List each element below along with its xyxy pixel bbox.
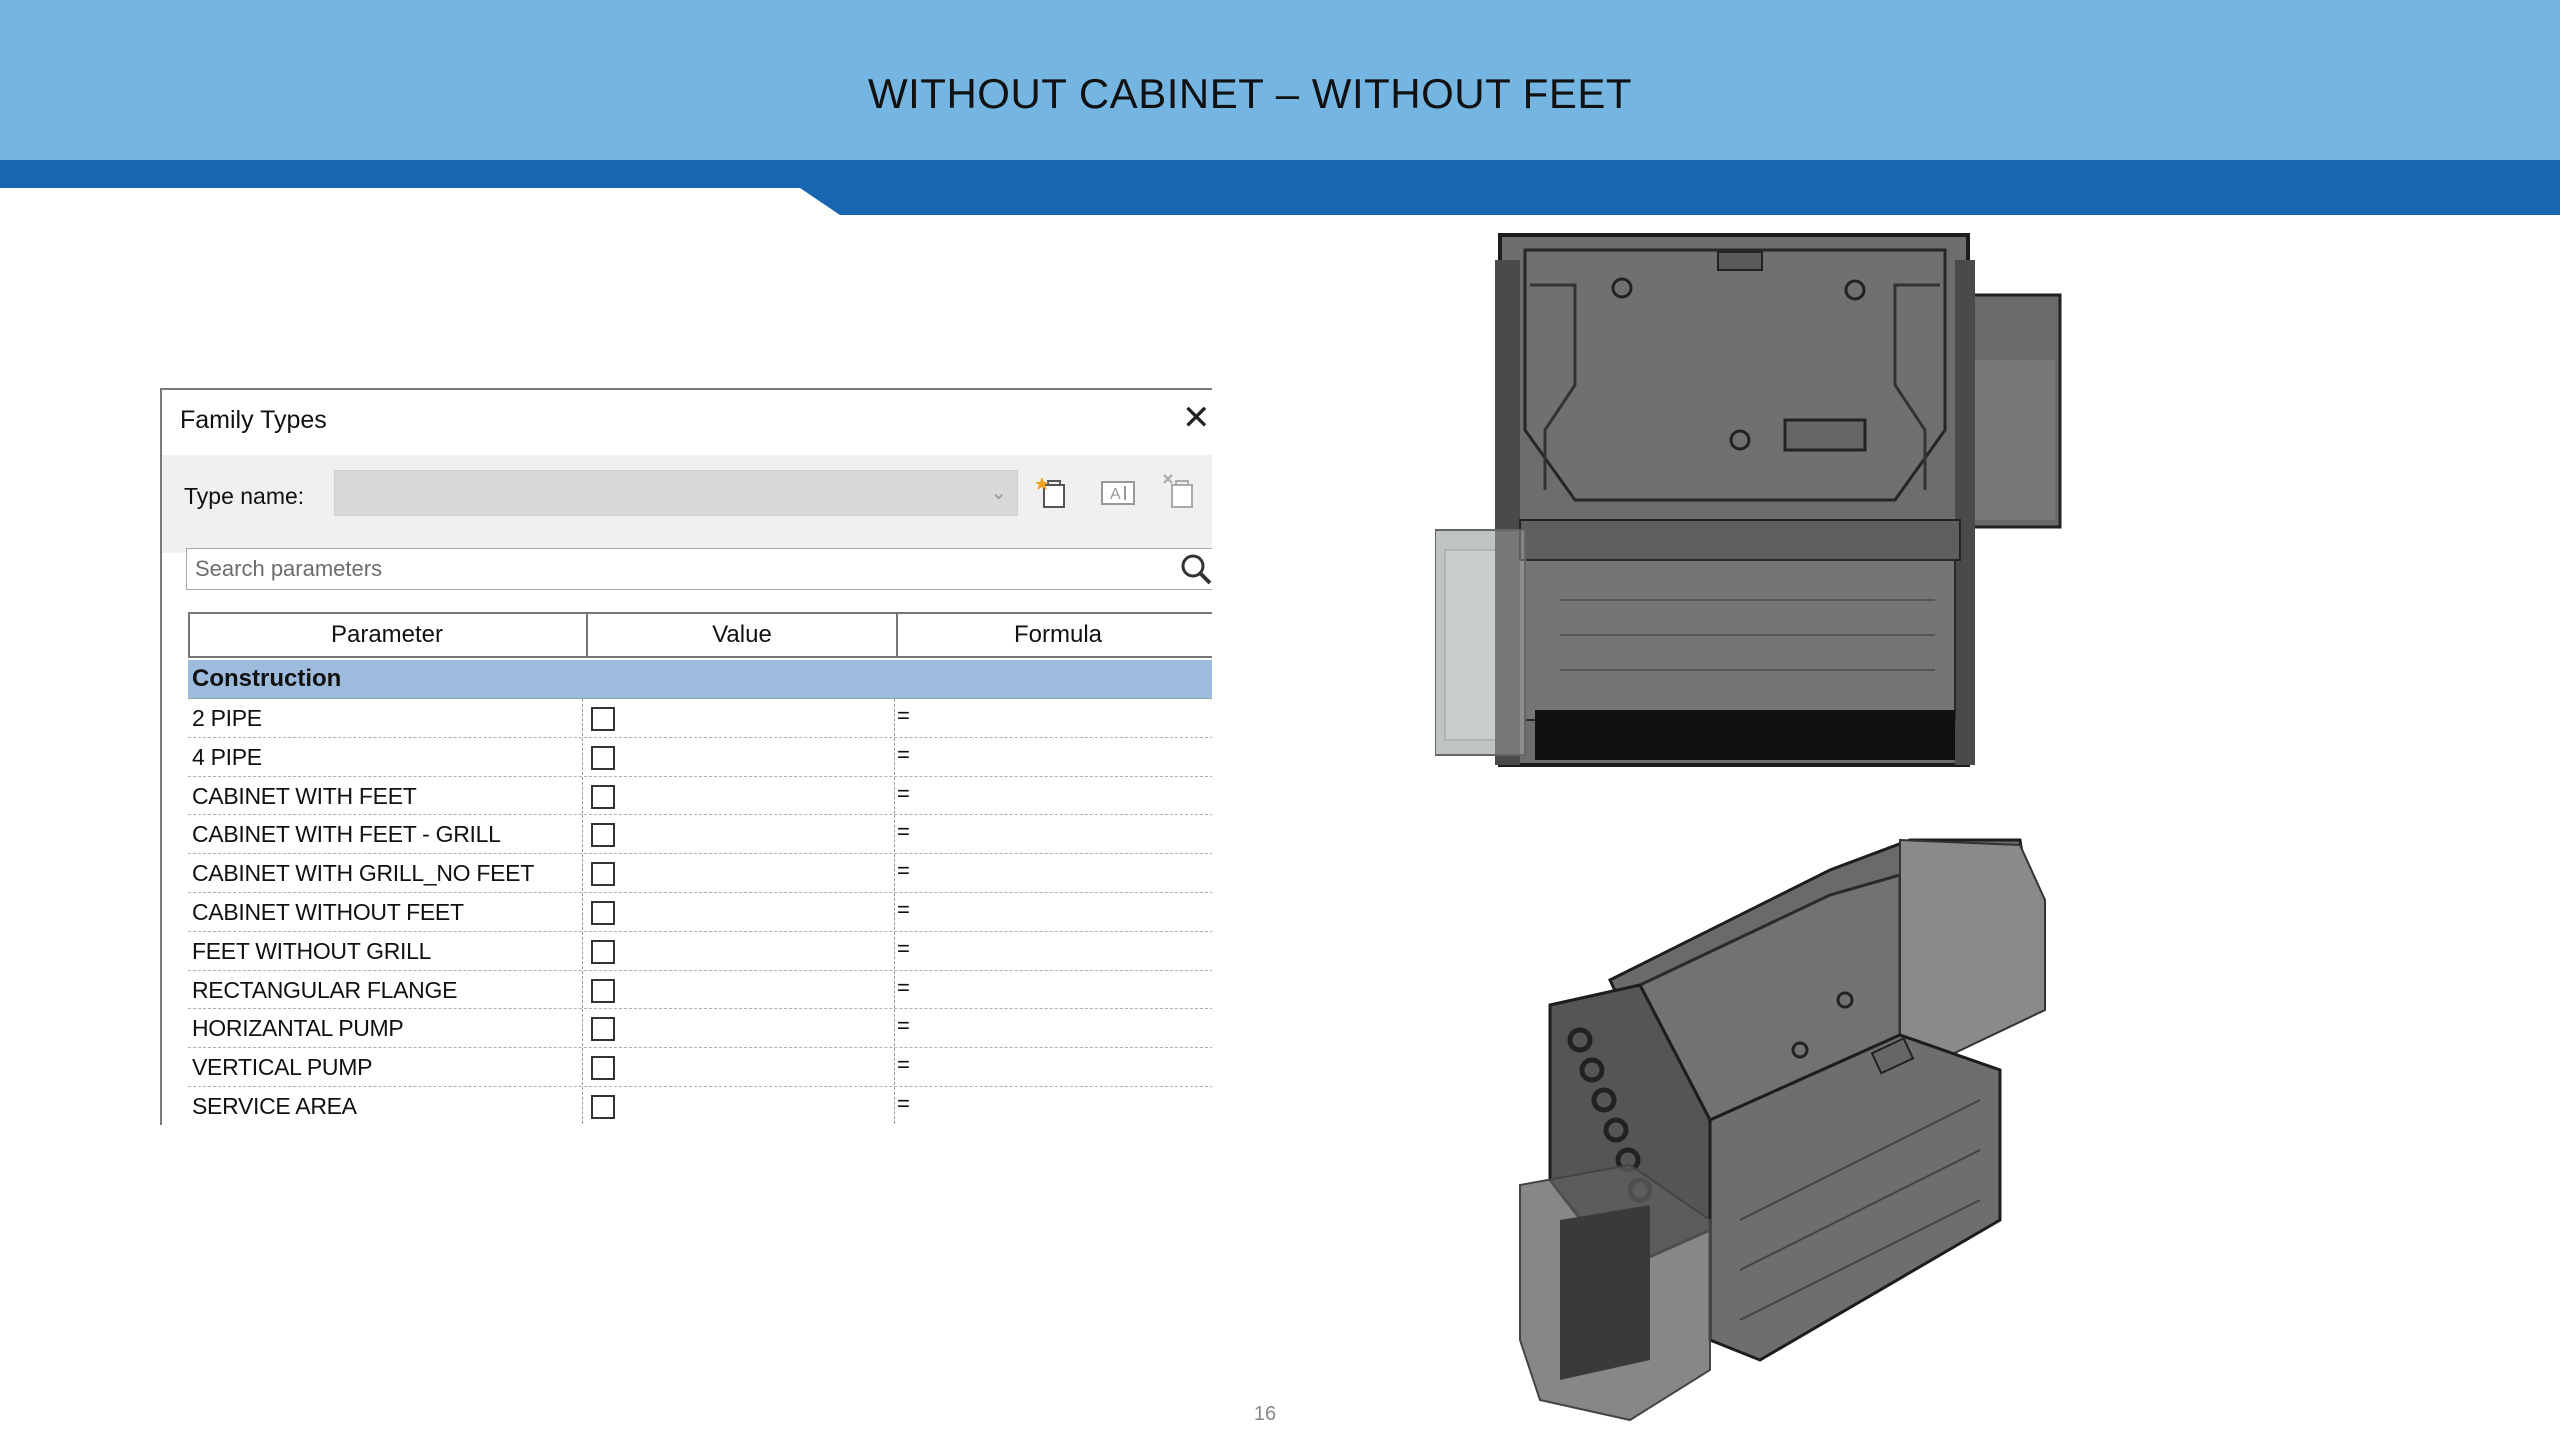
slide-header-band (0, 160, 2560, 215)
parameters-table: Parameter Value Formula Construction 2 P… (188, 612, 1212, 1125)
formula-cell[interactable]: = (894, 737, 1212, 775)
formula-value: = (897, 935, 910, 961)
search-input[interactable] (193, 553, 1157, 585)
parameter-name: SERVICE AREA (192, 1092, 357, 1119)
new-type-icon[interactable] (1034, 473, 1074, 513)
table-body: 2 PIPE = 4 PIPE = CABINET WITH FEET = CABINET … (188, 699, 1212, 1125)
value-cell (582, 854, 893, 892)
parameter-name: VERTICAL PUMP (192, 1054, 373, 1081)
formula-value: = (897, 974, 910, 1000)
formula-cell[interactable]: = (894, 854, 1212, 892)
page-number: 16 (1253, 1403, 1277, 1425)
value-cell (582, 737, 893, 775)
formula-cell[interactable]: = (894, 892, 1212, 930)
formula-cell[interactable]: = (894, 776, 1212, 814)
table-row[interactable]: SERVICE AREA = (188, 1086, 1212, 1125)
parameter-name: 4 PIPE (192, 743, 262, 770)
value-checkbox[interactable] (591, 1094, 615, 1119)
value-cell (582, 931, 893, 969)
value-cell (582, 1086, 893, 1124)
table-row[interactable]: 2 PIPE = (188, 699, 1212, 738)
value-checkbox[interactable] (591, 745, 615, 770)
parameter-name: FEET WITHOUT GRILL (192, 937, 432, 964)
table-row[interactable]: VERTICAL PUMP = (188, 1048, 1212, 1087)
type-name-row: Type name: ⌄ A (162, 455, 1212, 553)
value-checkbox[interactable] (591, 900, 615, 925)
value-cell (582, 892, 893, 930)
table-row[interactable]: CABINET WITH FEET - GRILL = (188, 815, 1212, 855)
table-header: Parameter Value Formula (188, 612, 1212, 658)
parameter-name: CABINET WITHOUT FEET (192, 898, 464, 925)
formula-value: = (897, 703, 910, 728)
value-cell (582, 699, 893, 736)
formula-value: = (897, 1013, 910, 1039)
dialog-title: Family Types (180, 406, 327, 434)
value-checkbox[interactable] (591, 862, 615, 887)
type-name-label: Type name: (184, 483, 305, 509)
unit-isometric-view-image (1519, 838, 2046, 1422)
formula-value: = (897, 858, 910, 884)
table-row[interactable]: 4 PIPE = (188, 737, 1212, 777)
table-row[interactable]: CABINET WITH GRILL_NO FEET = (188, 854, 1212, 893)
close-icon[interactable]: ✕ (1182, 398, 1212, 438)
family-types-dialog: Family Types ✕ Type name: ⌄ A Search par… (160, 388, 1212, 1125)
formula-cell[interactable]: = (894, 815, 1212, 853)
table-row[interactable]: HORIZANTAL PUMP = (188, 1009, 1212, 1049)
chevron-down-icon: ⌄ (990, 482, 1007, 504)
search-icon[interactable] (1177, 551, 1212, 587)
formula-value: = (897, 819, 910, 845)
rename-type-icon[interactable]: A (1098, 473, 1138, 513)
table-row[interactable]: CABINET WITH FEET = (188, 776, 1212, 816)
value-checkbox[interactable] (591, 1017, 615, 1042)
delete-type-icon[interactable] (1162, 473, 1202, 513)
formula-cell[interactable]: = (894, 1048, 1212, 1086)
value-checkbox[interactable] (591, 939, 615, 964)
value-cell (582, 1009, 893, 1047)
column-header-parameter[interactable]: Parameter (190, 614, 584, 656)
parameter-name: HORIZANTAL PUMP (192, 1015, 404, 1042)
value-cell (582, 1048, 893, 1086)
value-cell (582, 970, 893, 1008)
parameter-name: CABINET WITH FEET - GRILL (192, 821, 501, 848)
table-row[interactable]: RECTANGULAR FLANGE = (188, 970, 1212, 1010)
parameter-name: CABINET WITH FEET (192, 782, 417, 809)
unit-front-view-image (1435, 233, 2062, 767)
formula-cell[interactable]: = (894, 1086, 1212, 1124)
parameter-name: RECTANGULAR FLANGE (192, 976, 458, 1003)
formula-cell[interactable]: = (894, 699, 1212, 736)
parameter-name: 2 PIPE (192, 705, 262, 731)
formula-cell[interactable]: = (894, 931, 1212, 969)
formula-value: = (897, 741, 910, 767)
value-checkbox[interactable] (591, 707, 615, 731)
table-row[interactable]: CABINET WITHOUT FEET = (188, 892, 1212, 932)
parameter-name: CABINET WITH GRILL_NO FEET (192, 860, 534, 887)
table-row[interactable]: FEET WITHOUT GRILL = (188, 931, 1212, 971)
value-checkbox[interactable] (591, 1056, 615, 1081)
search-parameters-field[interactable] (186, 548, 1212, 590)
value-checkbox[interactable] (591, 823, 615, 848)
formula-value: = (897, 780, 910, 806)
type-name-dropdown[interactable]: ⌄ (334, 470, 1018, 516)
slide-title: WITHOUT CABINET – WITHOUT FEET (867, 70, 1633, 117)
formula-value: = (897, 896, 910, 922)
formula-value: = (897, 1090, 910, 1116)
value-checkbox[interactable] (591, 978, 615, 1003)
value-cell (582, 776, 893, 814)
group-header-construction[interactable]: Construction (188, 660, 1212, 699)
value-checkbox[interactable] (591, 784, 615, 809)
column-header-formula[interactable]: Formula (896, 614, 1212, 656)
formula-cell[interactable]: = (894, 970, 1212, 1008)
column-header-value[interactable]: Value (586, 614, 896, 656)
svg-text:A: A (1110, 486, 1121, 503)
value-cell (582, 815, 893, 853)
formula-cell[interactable]: = (894, 1009, 1212, 1047)
formula-value: = (897, 1052, 910, 1078)
